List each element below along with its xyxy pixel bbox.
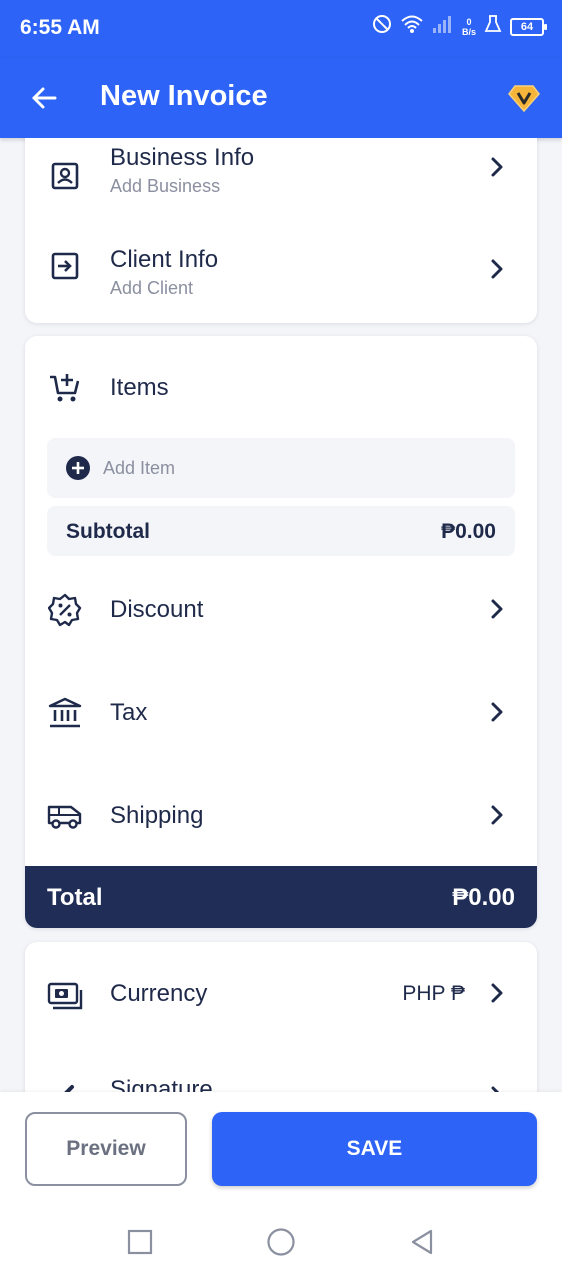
app-bar: New Invoice bbox=[0, 58, 562, 138]
shipping-label: Shipping bbox=[110, 802, 204, 829]
truck-icon bbox=[47, 798, 83, 834]
battery-icon: 64 bbox=[510, 17, 547, 36]
chevron-right-icon bbox=[487, 597, 507, 621]
business-info-row[interactable]: Business Info Add Business bbox=[25, 138, 537, 222]
signal-icon bbox=[432, 14, 454, 39]
discount-badge-icon bbox=[47, 592, 83, 628]
triangle-back-icon bbox=[411, 1229, 433, 1255]
bottom-action-bar: Preview SAVE bbox=[0, 1092, 562, 1204]
currency-label: Currency bbox=[110, 980, 208, 1007]
wifi-icon bbox=[400, 14, 424, 39]
currency-value: PHP ₱ bbox=[402, 982, 465, 1005]
circle-icon bbox=[267, 1228, 295, 1256]
total-bar: Total ₱0.00 bbox=[25, 866, 537, 928]
discount-label: Discount bbox=[110, 596, 204, 623]
add-item-label: Add Item bbox=[103, 458, 176, 478]
home-button[interactable] bbox=[265, 1226, 297, 1258]
recent-apps-button[interactable] bbox=[124, 1226, 156, 1258]
login-arrow-icon bbox=[47, 248, 83, 284]
lab-icon bbox=[484, 14, 502, 39]
content-scroll[interactable]: Business Info Add Business Client Info A… bbox=[0, 138, 562, 1092]
back-button[interactable] bbox=[22, 78, 66, 118]
subtotal-value: ₱0.00 bbox=[441, 520, 496, 543]
subtotal-row: Subtotal ₱0.00 bbox=[47, 506, 515, 556]
business-info-title: Business Info bbox=[110, 144, 255, 171]
items-card: Items Add Item Subtotal ₱0.00 Discount T… bbox=[25, 336, 537, 928]
net-speed: 0 B/s bbox=[462, 17, 476, 37]
status-bar: 6:55 AM 0 B/s 64 bbox=[0, 0, 562, 58]
add-circle-icon bbox=[66, 456, 90, 480]
subtotal-label: Subtotal bbox=[66, 520, 150, 543]
discount-row[interactable]: Discount bbox=[25, 566, 537, 656]
net-speed-unit: B/s bbox=[461, 26, 476, 37]
tax-label: Tax bbox=[110, 699, 148, 726]
items-header: Items bbox=[25, 344, 537, 434]
currency-row[interactable]: Currency PHP ₱ bbox=[25, 948, 537, 1038]
business-info-subtitle: Add Business bbox=[110, 176, 221, 196]
chevron-right-icon bbox=[487, 981, 507, 1005]
settings-card: Currency PHP ₱ Signature bbox=[25, 942, 537, 1092]
add-to-cart-icon bbox=[47, 370, 83, 406]
status-icons: 0 B/s 64 bbox=[372, 14, 547, 39]
chevron-right-icon bbox=[487, 803, 507, 827]
chevron-right-icon bbox=[487, 700, 507, 724]
total-label: Total bbox=[47, 884, 103, 911]
net-speed-value: 0 bbox=[466, 16, 472, 27]
pen-icon bbox=[47, 1076, 83, 1092]
shipping-row[interactable]: Shipping bbox=[25, 772, 537, 862]
chevron-right-icon bbox=[487, 155, 507, 179]
signature-label: Signature bbox=[110, 1076, 213, 1092]
client-info-row[interactable]: Client Info Add Client bbox=[25, 220, 537, 310]
info-card: Business Info Add Business Client Info A… bbox=[25, 138, 537, 323]
cash-icon bbox=[47, 978, 83, 1014]
total-value: ₱0.00 bbox=[452, 884, 515, 911]
premium-diamond-icon bbox=[508, 85, 540, 113]
tax-row[interactable]: Tax bbox=[25, 669, 537, 759]
bank-icon bbox=[47, 695, 83, 731]
signature-row[interactable]: Signature bbox=[25, 1052, 537, 1092]
add-item-button[interactable]: Add Item bbox=[47, 438, 515, 498]
do-not-disturb-icon bbox=[372, 14, 392, 39]
client-info-title: Client Info bbox=[110, 246, 219, 273]
system-nav-bar bbox=[0, 1204, 562, 1280]
status-time: 6:55 AM bbox=[20, 16, 100, 39]
preview-button[interactable]: Preview bbox=[25, 1112, 187, 1186]
save-button[interactable]: SAVE bbox=[212, 1112, 537, 1186]
page-title: New Invoice bbox=[100, 80, 268, 112]
chevron-right-icon bbox=[487, 1084, 507, 1092]
square-icon bbox=[127, 1229, 153, 1255]
client-info-subtitle: Add Client bbox=[110, 278, 194, 298]
premium-button[interactable] bbox=[504, 80, 544, 116]
arrow-left-icon bbox=[32, 87, 57, 109]
items-title: Items bbox=[110, 374, 169, 401]
back-nav-button[interactable] bbox=[406, 1226, 438, 1258]
chevron-right-icon bbox=[487, 257, 507, 281]
contact-card-icon bbox=[47, 158, 83, 194]
